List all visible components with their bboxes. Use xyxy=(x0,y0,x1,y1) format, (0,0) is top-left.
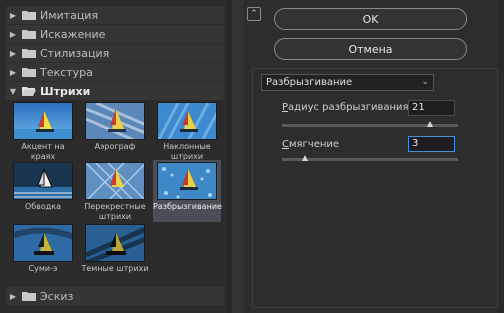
category-brush-strokes[interactable]: ▼ Штрихи xyxy=(6,82,224,100)
smoothness-field[interactable]: 3 xyxy=(408,136,455,152)
category-distortion[interactable]: ▶ Искажение xyxy=(6,25,224,43)
thumbnail-image xyxy=(85,162,145,200)
double-chevron-up-icon: ⌃ xyxy=(250,9,258,19)
thumbnail-angled-strokes[interactable]: Наклонные штрихи xyxy=(153,102,221,162)
thumbnail-image xyxy=(13,102,73,140)
expand-arrow-icon[interactable]: ▶ xyxy=(6,49,20,58)
folder-icon xyxy=(22,291,36,301)
window-scrollbar[interactable] xyxy=(498,0,504,313)
thumbnail-caption: Аэрограф xyxy=(94,142,136,151)
thumbnail-airbrush[interactable]: Аэрограф xyxy=(81,102,149,152)
thumbnail-image xyxy=(157,102,217,140)
folder-icon xyxy=(22,67,36,77)
expand-arrow-icon[interactable]: ▶ xyxy=(6,30,20,39)
category-label: Текстура xyxy=(40,65,93,79)
collapse-arrow-icon[interactable]: ▼ xyxy=(6,87,20,96)
smoothness-label: Смягчение xyxy=(282,139,340,150)
thumbnail-caption: Темные штрихи xyxy=(81,264,149,273)
thumbnail-image xyxy=(85,102,145,140)
thumbnail-caption: Наклонные штрихи xyxy=(163,142,211,161)
thumbnail-image xyxy=(157,162,217,200)
thumbnail-caption: Обводка xyxy=(24,202,62,211)
expand-arrow-icon[interactable]: ▶ xyxy=(6,11,20,20)
smoothness-slider-thumb[interactable] xyxy=(301,155,308,161)
panel-divider xyxy=(232,0,244,313)
filter-select-dropdown[interactable]: Разбрызгивание ⌄ xyxy=(261,74,434,91)
category-texture[interactable]: ▶ Текстура xyxy=(6,63,224,81)
cancel-button[interactable]: Отмена xyxy=(274,38,467,60)
ok-button[interactable]: OK xyxy=(274,8,467,30)
category-stylize[interactable]: ▶ Стилизация xyxy=(6,44,224,62)
category-label: Искажение xyxy=(40,27,106,41)
category-imitation[interactable]: ▶ Имитация xyxy=(6,6,224,24)
thumbnail-image xyxy=(85,224,145,262)
spray-radius-label: Радиус разбрызгивания xyxy=(282,102,409,113)
category-label: Имитация xyxy=(40,8,99,22)
thumbnail-spatter[interactable]: Разбрызгивание xyxy=(153,160,222,222)
category-sketch[interactable]: ▶ Эскиз xyxy=(6,287,224,305)
thumbnail-crosshatch[interactable]: Перекрестные штрихи xyxy=(81,162,149,222)
collapse-gallery-button[interactable]: ⌃ xyxy=(247,7,261,21)
category-label: Стилизация xyxy=(40,46,110,60)
thumbnail-caption: Перекрестные штрихи xyxy=(84,202,146,221)
open-folder-icon xyxy=(22,86,36,96)
expand-arrow-icon[interactable]: ▶ xyxy=(6,292,20,301)
spray-radius-field[interactable]: 21 xyxy=(408,100,455,116)
thumbnail-grid: Акцент на краях Аэрограф Наклонные штрих… xyxy=(6,100,224,286)
thumbnail-caption: Суми-э xyxy=(28,264,58,273)
folder-icon xyxy=(22,48,36,58)
thumbnail-ink-outlines[interactable]: Обводка xyxy=(9,162,77,212)
spray-radius-slider-thumb[interactable] xyxy=(426,121,433,127)
filter-select-value: Разбрызгивание xyxy=(266,77,353,88)
filter-gallery-panel: ▶ Имитация ▶ Искажение ▶ Стилизация ▶ Те… xyxy=(0,0,232,313)
expand-arrow-icon[interactable]: ▶ xyxy=(6,68,20,77)
folder-icon xyxy=(22,29,36,39)
category-label: Эскиз xyxy=(40,289,74,303)
thumbnail-caption: Разбрызгивание xyxy=(153,202,222,211)
thumbnail-caption: Акцент на краях xyxy=(21,142,65,161)
thumbnail-image xyxy=(13,162,73,200)
thumbnail-accented-edges[interactable]: Акцент на краях xyxy=(9,102,77,162)
thumbnail-dark-strokes[interactable]: Темные штрихи xyxy=(81,224,149,274)
thumbnail-sumi-e[interactable]: Суми-э xyxy=(9,224,77,274)
smoothness-slider-track[interactable] xyxy=(282,158,458,161)
thumbnail-image xyxy=(13,224,73,262)
category-label: Штрихи xyxy=(40,84,91,98)
folder-icon xyxy=(22,10,36,20)
chevron-down-icon: ⌄ xyxy=(421,77,429,87)
